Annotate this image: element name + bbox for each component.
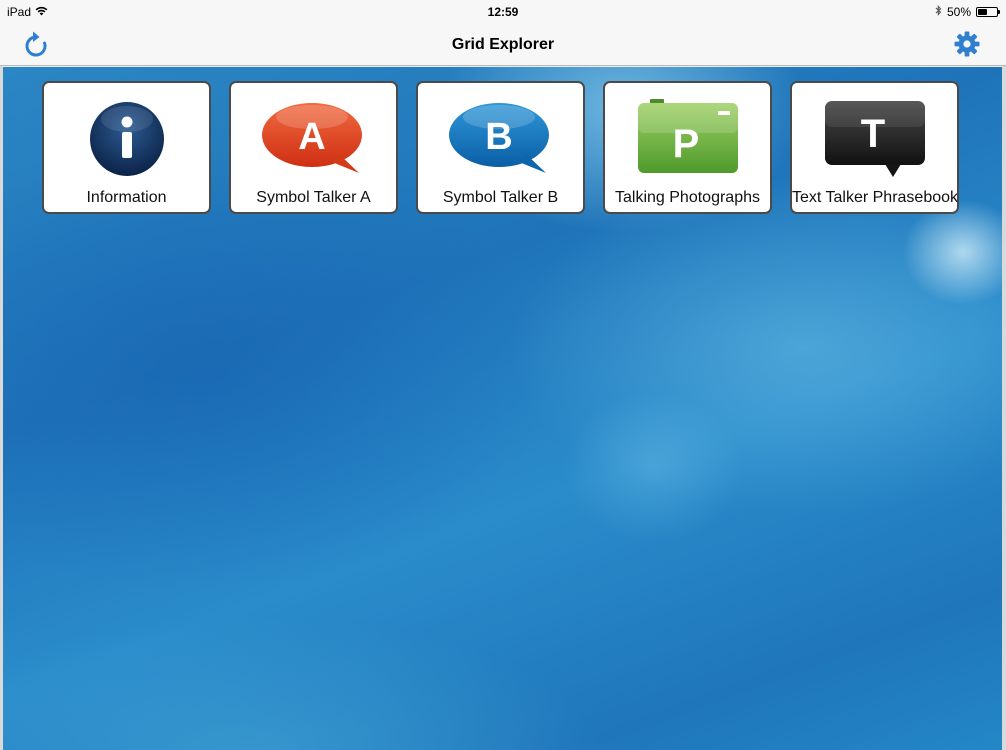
symbol-talker-b-icon: B	[418, 99, 583, 179]
text-talker-phrasebook-icon: T	[792, 99, 957, 179]
tile-information[interactable]: Information	[42, 81, 211, 214]
tile-symbol-talker-a[interactable]: A Symbol Talker A	[229, 81, 398, 214]
talking-photographs-icon: P	[605, 99, 770, 179]
navigation-bar: Grid Explorer	[0, 24, 1006, 66]
page-title: Grid Explorer	[451, 36, 555, 53]
battery-icon	[976, 7, 1000, 17]
information-icon	[44, 99, 209, 179]
settings-button[interactable]	[952, 31, 982, 61]
letter-a: A	[298, 116, 325, 158]
letter-p: P	[672, 122, 699, 166]
tile-label: Symbol Talker B	[442, 189, 559, 206]
battery-percent: 50%	[946, 5, 971, 19]
tile-label: Symbol Talker A	[256, 189, 371, 206]
bluetooth-icon	[935, 5, 942, 19]
tile-label: Text Talker Phrasebook	[792, 189, 959, 206]
letter-t: T	[860, 112, 884, 156]
grid-area: Information A Symbol Talker A B Symbol T…	[3, 67, 1002, 750]
gear-icon	[954, 31, 980, 62]
battery-level	[978, 9, 987, 15]
tile-text-talker-phrasebook[interactable]: T Text Talker Phrasebook	[790, 81, 959, 214]
status-right: 50%	[935, 5, 1000, 19]
status-time: 12:59	[487, 5, 519, 19]
tile-label: Talking Photographs	[615, 189, 760, 206]
letter-b: B	[485, 116, 512, 158]
tile-label: Information	[86, 189, 167, 206]
status-bar: iPad 12:59 50%	[0, 0, 1006, 24]
symbol-talker-a-icon: A	[231, 99, 396, 179]
tile-symbol-talker-b[interactable]: B Symbol Talker B	[416, 81, 585, 214]
tile-talking-photographs[interactable]: P Talking Photographs	[603, 81, 772, 214]
